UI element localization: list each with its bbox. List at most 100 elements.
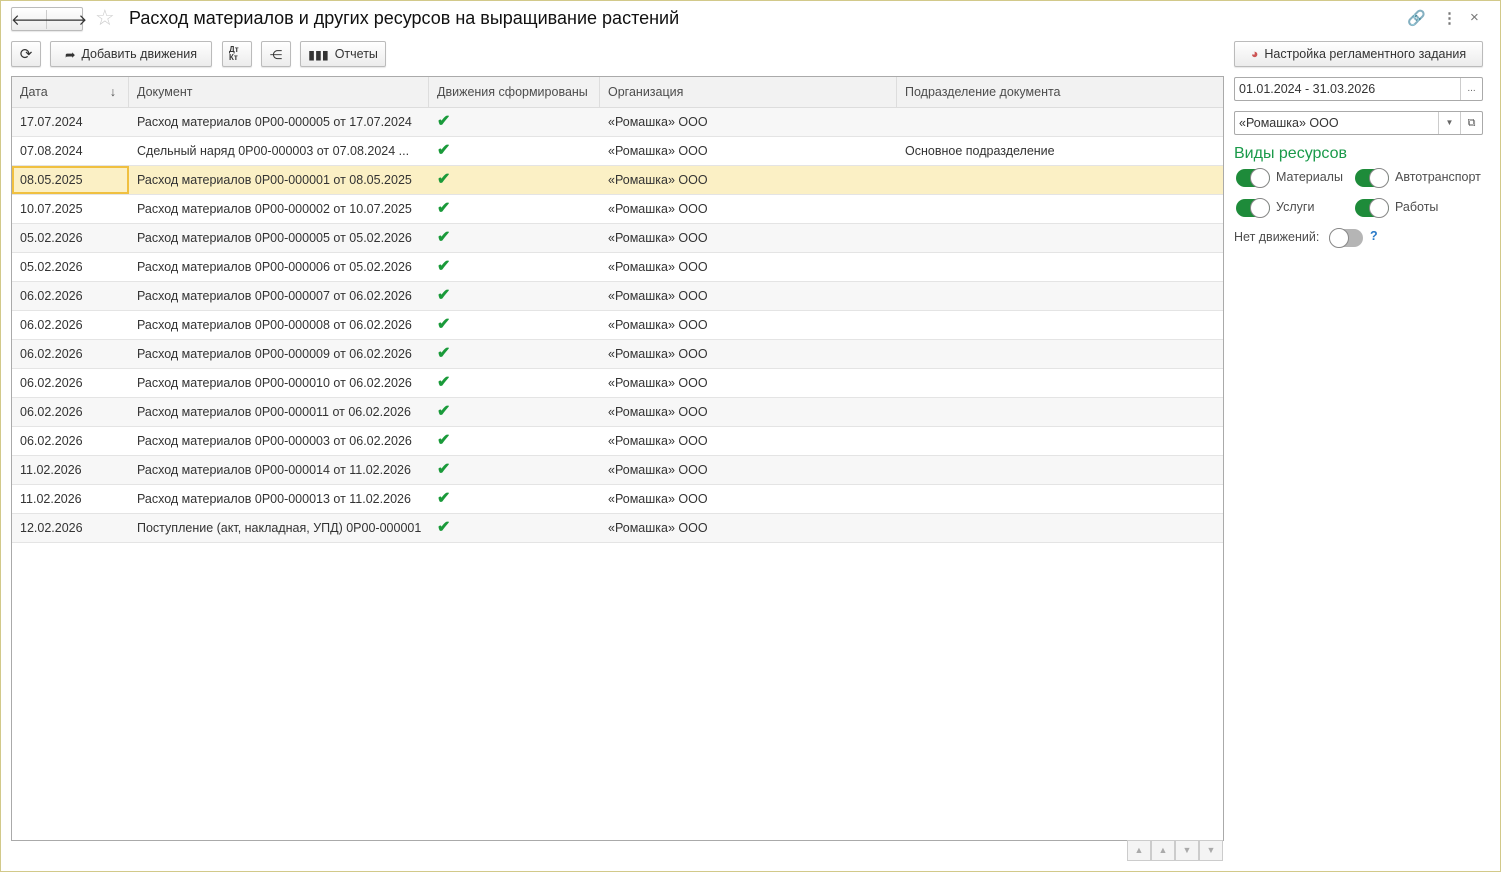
organization-field[interactable]: «Ромашка» ООО ▼ ⧉ — [1234, 111, 1483, 135]
document-cell: Расход материалов 0Р00-000005 от 17.07.2… — [137, 115, 412, 129]
col-organization[interactable]: Организация — [600, 77, 897, 107]
movements-check-icon: ✔ — [437, 345, 451, 362]
table-row[interactable]: 06.02.2026 Расход материалов 0Р00-000010 … — [12, 369, 1223, 398]
resource-toggle-label: Работы — [1395, 200, 1439, 214]
col-date[interactable]: Дата ↓ — [12, 77, 129, 107]
movements-check-icon: ✔ — [437, 229, 451, 246]
table-row[interactable]: 11.02.2026 Расход материалов 0Р00-000013 … — [12, 485, 1223, 514]
table-row[interactable]: 05.02.2026 Расход материалов 0Р00-000005 … — [12, 224, 1223, 253]
table-row[interactable]: 08.05.2025 Расход материалов 0Р00-000001 … — [12, 166, 1223, 195]
no-movements-label: Нет движений: — [1234, 230, 1320, 244]
resource-toggle[interactable] — [1236, 168, 1270, 188]
organization-cell: «Ромашка» ООО — [608, 289, 708, 303]
department-cell — [897, 514, 1224, 542]
department-cell: Основное подразделение — [905, 144, 1055, 158]
date-cell: 07.08.2024 — [20, 144, 83, 158]
date-cell: 17.07.2024 — [20, 115, 83, 129]
document-cell: Расход материалов 0Р00-000006 от 05.02.2… — [137, 260, 412, 274]
hierarchy-icon: ⋲ — [269, 47, 283, 62]
refresh-icon: ⟳ — [19, 46, 33, 63]
movements-check-icon: ✔ — [437, 287, 451, 304]
add-movements-button[interactable]: ➦ Добавить движения — [50, 41, 212, 67]
sort-desc-icon: ↓ — [109, 85, 116, 99]
organization-cell: «Ромашка» ООО — [608, 347, 708, 361]
department-cell — [897, 108, 1224, 136]
date-cell: 05.02.2026 — [20, 231, 83, 245]
table-row[interactable]: 07.08.2024 Сдельный наряд 0Р00-000003 от … — [12, 137, 1223, 166]
open-icon[interactable]: ⧉ — [1460, 112, 1482, 134]
period-select-button[interactable]: ... — [1460, 78, 1482, 100]
schedule-settings-button[interactable]: ◕ Настройка регламентного задания — [1234, 41, 1483, 67]
col-department[interactable]: Подразделение документа — [897, 77, 1224, 107]
movements-check-icon: ✔ — [437, 316, 451, 333]
reports-button[interactable]: ▮▮▮ Отчеты — [300, 41, 386, 67]
date-cell: 11.02.2026 — [20, 492, 82, 506]
document-cell: Расход материалов 0Р00-000002 от 10.07.2… — [137, 202, 412, 216]
resource-toggle[interactable] — [1355, 168, 1389, 188]
organization-cell: «Ромашка» ООО — [608, 173, 708, 187]
table-row[interactable]: 06.02.2026 Расход материалов 0Р00-000003 … — [12, 427, 1223, 456]
table-row[interactable]: 06.02.2026 Расход материалов 0Р00-000007 … — [12, 282, 1223, 311]
more-icon[interactable]: ⋮ — [1442, 9, 1457, 27]
movements-check-icon: ✔ — [437, 519, 451, 536]
table-row[interactable]: 05.02.2026 Расход материалов 0Р00-000006 … — [12, 253, 1223, 282]
dropdown-icon[interactable]: ▼ — [1438, 112, 1460, 134]
table-header: Дата ↓ Документ Движения сформированы Орг… — [12, 77, 1223, 108]
scroll-first-button[interactable]: ▲ — [1127, 840, 1151, 861]
department-cell — [897, 282, 1224, 310]
department-cell — [897, 253, 1224, 281]
forward-button[interactable]: 🡒 — [47, 10, 87, 29]
table-row[interactable]: 12.02.2026 Поступление (акт, накладная, У… — [12, 514, 1223, 543]
movements-check-icon: ✔ — [437, 461, 451, 478]
documents-table[interactable]: Дата ↓ Документ Движения сформированы Орг… — [11, 76, 1224, 841]
organization-cell: «Ромашка» ООО — [608, 492, 708, 506]
movements-check-icon: ✔ — [437, 113, 451, 130]
department-cell — [897, 369, 1224, 397]
back-button[interactable]: 🡐 — [11, 9, 51, 29]
department-cell — [897, 224, 1224, 252]
scroll-up-button[interactable]: ▲ — [1151, 840, 1175, 861]
document-cell: Расход материалов 0Р00-000007 от 06.02.2… — [137, 289, 412, 303]
col-movements[interactable]: Движения сформированы — [429, 77, 600, 107]
period-field[interactable]: 01.01.2024 - 31.03.2026... — [1234, 77, 1483, 101]
department-cell — [897, 456, 1224, 484]
reports-label: Отчеты — [334, 47, 378, 61]
document-cell: Расход материалов 0Р00-000010 от 06.02.2… — [137, 376, 412, 390]
table-row[interactable]: 17.07.2024 Расход материалов 0Р00-000005 … — [12, 108, 1223, 137]
organization-cell: «Ромашка» ООО — [608, 521, 708, 535]
resource-toggle-label: Материалы — [1276, 170, 1343, 184]
scroll-down-button[interactable]: ▼ — [1175, 840, 1199, 861]
dtkt-button[interactable]: Дт Кт — [222, 41, 252, 67]
movements-check-icon: ✔ — [437, 258, 451, 275]
col-document[interactable]: Документ — [129, 77, 429, 107]
organization-cell: «Ромашка» ООО — [608, 202, 708, 216]
favorite-star-icon[interactable]: ☆ — [95, 5, 115, 31]
date-cell: 10.07.2025 — [20, 202, 83, 216]
organization-cell: «Ромашка» ООО — [608, 231, 708, 245]
document-cell: Расход материалов 0Р00-000001 от 08.05.2… — [137, 173, 412, 187]
table-row[interactable]: 11.02.2026 Расход материалов 0Р00-000014 … — [12, 456, 1223, 485]
table-row[interactable]: 06.02.2026 Расход материалов 0Р00-000009 … — [12, 340, 1223, 369]
department-cell — [897, 398, 1224, 426]
document-cell: Сдельный наряд 0Р00-000003 от 07.08.2024… — [137, 144, 410, 158]
table-row[interactable]: 06.02.2026 Расход материалов 0Р00-000008 … — [12, 311, 1223, 340]
organization-cell: «Ромашка» ООО — [608, 144, 708, 158]
structure-button[interactable]: ⋲ — [261, 41, 291, 67]
no-movements-toggle[interactable] — [1329, 228, 1363, 248]
help-icon[interactable]: ? — [1370, 229, 1378, 243]
table-row[interactable]: 10.07.2025 Расход материалов 0Р00-000002 … — [12, 195, 1223, 224]
department-cell — [897, 195, 1224, 223]
refresh-button[interactable]: ⟳ — [11, 41, 41, 67]
date-cell: 06.02.2026 — [20, 434, 83, 448]
resource-toggle[interactable] — [1236, 198, 1270, 218]
table-row[interactable]: 06.02.2026 Расход материалов 0Р00-000011 … — [12, 398, 1223, 427]
link-icon[interactable]: 🔗 — [1407, 9, 1426, 27]
document-cell: Поступление (акт, накладная, УПД) 0Р00-0… — [137, 521, 422, 535]
resource-toggle-label: Автотранспорт — [1395, 170, 1481, 184]
add-movements-label: Добавить движения — [81, 47, 198, 61]
close-icon[interactable]: × — [1470, 9, 1479, 26]
scroll-last-button[interactable]: ▼ — [1199, 840, 1223, 861]
resource-toggle[interactable] — [1355, 198, 1389, 218]
date-cell: 08.05.2025 — [12, 166, 129, 194]
date-cell: 06.02.2026 — [20, 405, 83, 419]
